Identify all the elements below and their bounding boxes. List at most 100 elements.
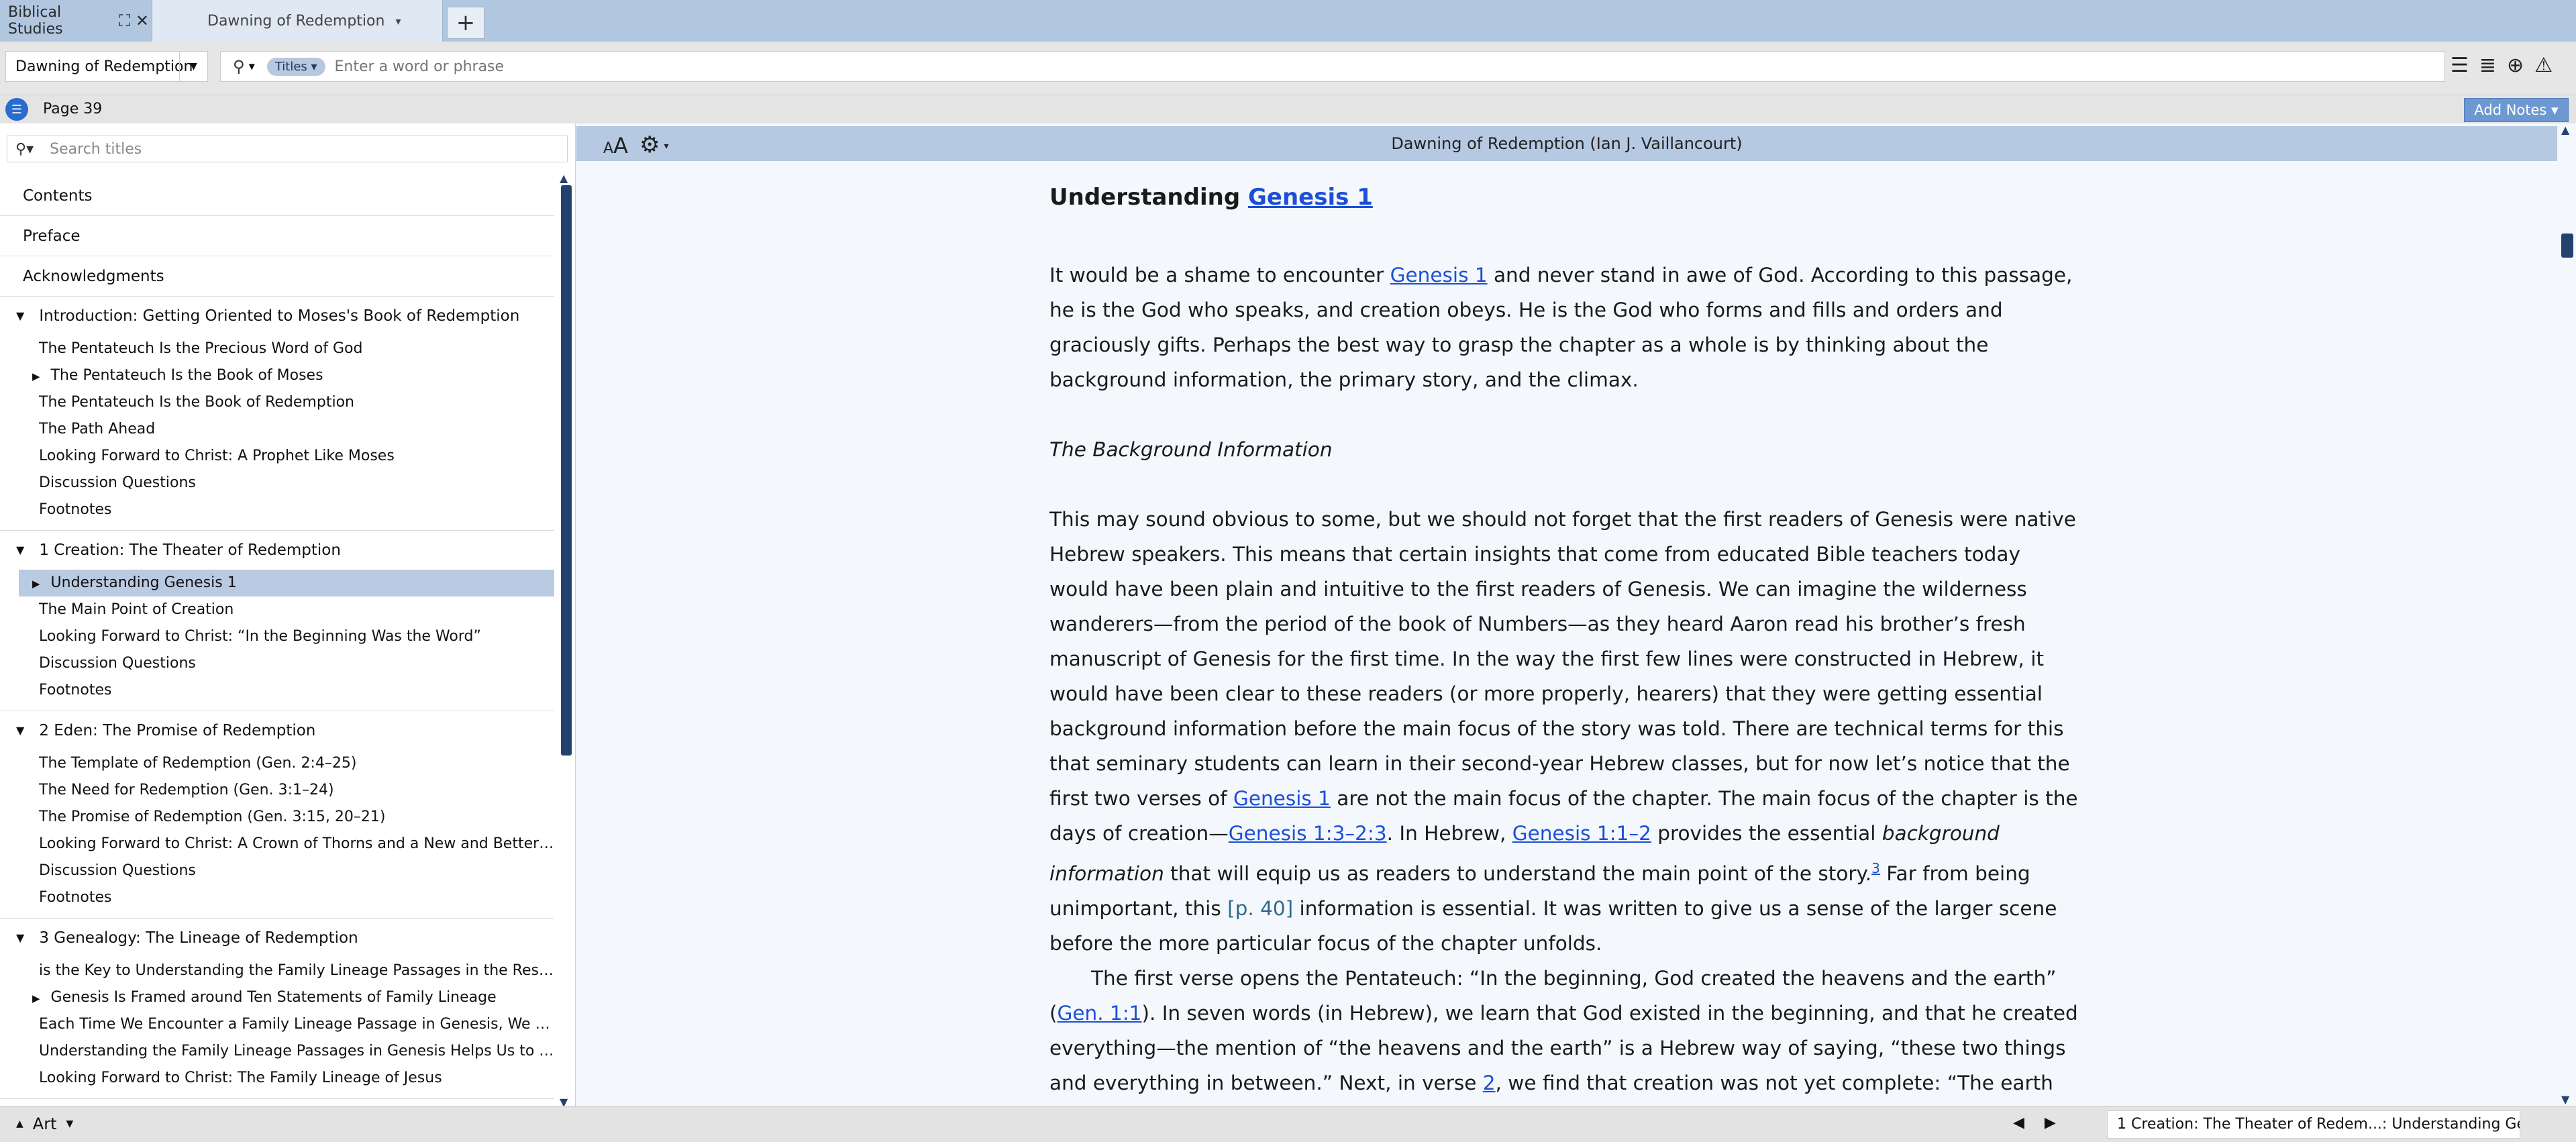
- chevron-down-icon[interactable]: ▾: [395, 15, 401, 28]
- toc-item-label: The Pentateuch Is the Book of Moses: [50, 367, 323, 384]
- maximize-icon[interactable]: ⛶: [119, 11, 130, 30]
- toc-section: ▼ 3 Genealogy: The Lineage of Redemption …: [0, 919, 554, 1099]
- toc-item[interactable]: Understanding the Family Lineage Passage…: [0, 1038, 554, 1065]
- toc-item[interactable]: The Template of Redemption (Gen. 2:4–25): [0, 750, 554, 777]
- triangle-right-icon[interactable]: ▶: [32, 578, 40, 590]
- scroll-up-icon[interactable]: ▲: [2561, 123, 2569, 136]
- toc-item[interactable]: ▶ The Pentateuch Is the Book of Moses: [0, 362, 554, 389]
- triangle-down-icon[interactable]: ▼: [16, 711, 24, 750]
- status-bar: ▲ Art ▼ ◀ ▶ 1 Creation: The Theater of R…: [0, 1106, 2576, 1142]
- toc-item[interactable]: Discussion Questions: [0, 858, 554, 884]
- paragraph: It would be a shame to encounter Genesis…: [1049, 258, 2083, 397]
- add-notes-button[interactable]: Add Notes ▾: [2464, 98, 2569, 122]
- toc-item[interactable]: The Promise of Redemption (Gen. 3:15, 20…: [0, 804, 554, 831]
- add-icon[interactable]: ⊕: [2507, 54, 2524, 77]
- location-field[interactable]: 1 Creation: The Theater of Redem...: Und…: [2107, 1110, 2520, 1139]
- tab-dawning-of-redemption[interactable]: Dawning of Redemption ▾: [152, 0, 443, 42]
- add-notes-label: Add Notes: [2474, 102, 2547, 118]
- scope-chip[interactable]: Titles ▾: [266, 57, 325, 76]
- toolbar-icons: ☰ ≣ ⊕ ⚠: [2451, 54, 2553, 77]
- section-subheading: The Background Information: [1049, 432, 2083, 467]
- toc-section-heading[interactable]: ▼ 2 Eden: The Promise of Redemption: [0, 711, 554, 750]
- tab-biblical-studies[interactable]: Biblical Studies ⛶ ✕: [0, 0, 149, 42]
- scripture-link[interactable]: Genesis 1: [1248, 184, 1373, 211]
- scripture-link[interactable]: Genesis 1: [1390, 264, 1488, 287]
- tab-label: Biblical Studies: [8, 4, 63, 38]
- toc-item[interactable]: Each Time We Encounter a Family Lineage …: [0, 1011, 554, 1038]
- back-icon[interactable]: ◀: [2013, 1114, 2024, 1131]
- toc-item[interactable]: ▶ Genesis Is Framed around Ten Statements…: [0, 984, 554, 1011]
- toc-item[interactable]: is the Key to Understanding the Family L…: [0, 957, 554, 984]
- toc-item[interactable]: Looking Forward to Christ: A Prophet Lik…: [0, 443, 554, 470]
- triangle-down-icon[interactable]: ▼: [16, 531, 24, 570]
- footnote-link[interactable]: 3: [1871, 860, 1880, 876]
- reader-scrollbar[interactable]: ▲ ▼: [2557, 123, 2576, 1106]
- toc-item[interactable]: The Need for Redemption (Gen. 3:1–24): [0, 777, 554, 804]
- scripture-link[interactable]: Gen. 1:1: [1058, 1002, 1142, 1025]
- toc-item[interactable]: Looking Forward to Christ: A Crown of Th…: [0, 831, 554, 858]
- scroll-up-icon[interactable]: ▲: [560, 172, 568, 185]
- scripture-link[interactable]: Genesis 1: [1233, 787, 1331, 810]
- triangle-right-icon[interactable]: ▶: [32, 370, 40, 382]
- search-icon[interactable]: ⚲: [233, 57, 245, 76]
- toc-item-selected[interactable]: ▶ Understanding Genesis 1: [19, 570, 554, 596]
- scripture-link[interactable]: 2: [1483, 1072, 1496, 1094]
- share-icon[interactable]: ⚠: [2534, 54, 2553, 77]
- scripture-link[interactable]: Genesis 1:1–2: [1512, 822, 1651, 845]
- list-icon[interactable]: ☰: [2451, 54, 2469, 77]
- chevron-down-icon: ▼: [66, 1119, 74, 1129]
- toc-section-heading[interactable]: ▼ 1 Creation: The Theater of Redemption: [0, 531, 554, 570]
- triangle-down-icon[interactable]: ▼: [16, 297, 24, 335]
- triangle-right-icon[interactable]: ▶: [32, 992, 40, 1004]
- text-run: It would be a shame to encounter: [1049, 264, 1390, 287]
- tab-label: Dawning of Redemption: [207, 12, 385, 30]
- chevron-down-icon[interactable]: ▼: [179, 52, 207, 81]
- align-icon[interactable]: ≣: [2479, 54, 2496, 77]
- triangle-down-icon[interactable]: ▼: [16, 919, 24, 957]
- toc-item[interactable]: The Pentateuch Is the Book of Redemption: [0, 389, 554, 416]
- toc-heading-label: 2 Eden: The Promise of Redemption: [39, 722, 316, 739]
- toc-item[interactable]: The Main Point of Creation: [0, 596, 554, 623]
- toc-section-heading[interactable]: ▼ Introduction: Getting Oriented to Moses…: [0, 297, 554, 335]
- toc-item[interactable]: The Path Ahead: [0, 416, 554, 443]
- title-search-field[interactable]: ⚲▾ Search titles: [7, 136, 568, 162]
- history-nav: ◀ ▶: [2013, 1114, 2056, 1131]
- toc-item[interactable]: Footnotes: [0, 884, 554, 911]
- close-icon[interactable]: ✕: [136, 11, 149, 30]
- art-label: Art: [32, 1114, 57, 1133]
- toc-item[interactable]: Discussion Questions: [0, 650, 554, 677]
- new-tab-icon: +: [456, 9, 476, 36]
- page-number: Page 39: [43, 101, 103, 117]
- toc-item-preface[interactable]: Preface: [0, 216, 554, 256]
- toc-icon[interactable]: ☰: [5, 98, 28, 121]
- search-input[interactable]: [334, 58, 2281, 75]
- toc-item-acknowledgments[interactable]: Acknowledgments: [0, 256, 554, 297]
- forward-icon[interactable]: ▶: [2045, 1114, 2056, 1131]
- art-panel-toggle[interactable]: ▲ Art ▼: [16, 1114, 73, 1133]
- scroll-down-icon[interactable]: ▼: [2561, 1093, 2569, 1106]
- toc-section-heading[interactable]: ▼ 3 Genealogy: The Lineage of Redemption: [0, 919, 554, 957]
- toc-item-label: Genesis Is Framed around Ten Statements …: [50, 989, 497, 1006]
- search-icon[interactable]: ⚲▾: [15, 141, 34, 158]
- toc-list: Contents Preface Acknowledgments ▼ Introd…: [0, 176, 554, 1099]
- toc-item[interactable]: Footnotes: [0, 497, 554, 523]
- toc-scrollbar-thumb[interactable]: [561, 185, 572, 756]
- reader-scrollbar-thumb[interactable]: [2561, 233, 2573, 258]
- toc-item[interactable]: Looking Forward to Christ: “In the Begin…: [0, 623, 554, 650]
- scripture-link[interactable]: Genesis 1:3–2:3: [1229, 822, 1387, 845]
- toc-item-contents[interactable]: Contents: [0, 176, 554, 216]
- scroll-down-icon[interactable]: ▼: [560, 1096, 568, 1106]
- toc-item[interactable]: Discussion Questions: [0, 470, 554, 497]
- toc-item[interactable]: The Pentateuch Is the Precious Word of G…: [0, 335, 554, 362]
- reader-pane: AA ⚙ ▾ Dawning of Redemption (Ian J. Vail…: [576, 123, 2576, 1142]
- chevron-down-icon[interactable]: ▼: [249, 62, 255, 71]
- search-toolbar: Dawning of Redemption ▼ ⚲ ▼ Titles ▾ ☰ ≣…: [0, 42, 2576, 95]
- toc-item[interactable]: Footnotes: [0, 677, 554, 704]
- search-box[interactable]: ⚲ ▼ Titles ▾: [220, 51, 2445, 82]
- toc-item[interactable]: Looking Forward to Christ: The Family Li…: [0, 1065, 554, 1092]
- resource-selector[interactable]: Dawning of Redemption ▼: [5, 51, 208, 82]
- resource-label: Dawning of Redemption: [15, 58, 193, 75]
- toc-heading-label: 3 Genealogy: The Lineage of Redemption: [39, 929, 358, 947]
- toc-scrollbar[interactable]: ▲ ▼: [558, 172, 573, 1106]
- new-tab-button[interactable]: +: [447, 7, 484, 39]
